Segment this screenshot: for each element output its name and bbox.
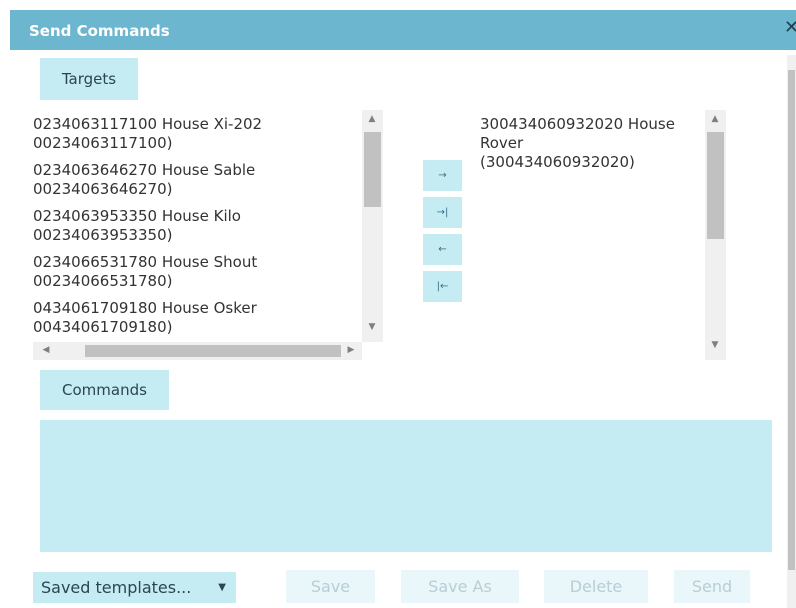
arrow-left-bar-icon: |← (436, 281, 449, 292)
scrollbar-thumb[interactable] (364, 132, 381, 207)
list-item-line2: Rover (480, 134, 524, 152)
arrow-right-bar-icon: →| (436, 207, 449, 218)
scrollbar-thumb[interactable] (85, 345, 341, 357)
list-item-line1: 0234063117100 House Xi-202 (33, 115, 263, 133)
scroll-up-icon[interactable]: ▲ (707, 114, 723, 124)
chevron-down-icon: ▼ (218, 582, 226, 593)
scroll-right-icon[interactable]: ▶ (343, 345, 359, 355)
list-item-line1: 0234063646270 House Sable (33, 161, 256, 179)
commands-button-label: Commands (62, 381, 147, 399)
list-item[interactable]: 0234063117100 House Xi-202 0023406311710… (33, 115, 262, 153)
list-item[interactable]: 0234063646270 House Sable 00234063646270… (33, 161, 255, 199)
add-all-targets-button[interactable]: →| (423, 197, 462, 228)
dialog-scrollbar[interactable] (787, 55, 796, 608)
dialog-titlebar: Send Commands ✕ (10, 10, 796, 50)
list-item-line1: 0234066531780 House Shout (33, 253, 258, 271)
horizontal-scrollbar[interactable]: ◀ ▶ (33, 342, 362, 360)
vertical-scrollbar[interactable]: ▲ ▼ (362, 110, 383, 342)
list-item-line2: 00234063646270) (33, 180, 173, 198)
commands-textarea[interactable] (40, 420, 772, 552)
list-item-line1: 300434060932020 House (480, 115, 675, 133)
save-as-button[interactable]: Save As (401, 570, 519, 603)
scroll-down-icon[interactable]: ▼ (364, 322, 380, 332)
list-item-line2: 00234063953350) (33, 226, 173, 244)
targets-button[interactable]: Targets (40, 58, 138, 100)
targets-button-label: Targets (61, 70, 117, 88)
remove-all-targets-button[interactable]: |← (423, 271, 462, 302)
delete-button[interactable]: Delete (544, 570, 648, 603)
arrow-left-icon: ← (438, 244, 447, 255)
scrollbar-thumb[interactable] (788, 70, 795, 570)
vertical-scrollbar[interactable]: ▲ ▼ (705, 110, 726, 360)
list-item-line2: 00234066531780) (33, 272, 173, 290)
saved-templates-dropdown[interactable]: Saved templates... ▼ (33, 572, 236, 603)
arrow-right-icon: → (438, 170, 447, 181)
list-item-line2: 00434061709180) (33, 318, 173, 336)
list-item[interactable]: 0234063953350 House Kilo 00234063953350) (33, 207, 241, 245)
scrollbar-thumb[interactable] (707, 132, 724, 239)
list-item-line3: (300434060932020) (480, 153, 635, 171)
list-item[interactable]: 0234066531780 House Shout 00234066531780… (33, 253, 257, 291)
remove-target-button[interactable]: ← (423, 234, 462, 265)
send-button[interactable]: Send (674, 570, 750, 603)
list-item-line2: 00234063117100) (33, 134, 173, 152)
available-targets-list[interactable]: 0234063117100 House Xi-202 0023406311710… (33, 110, 383, 360)
list-item-line1: 0434061709180 House Osker (33, 299, 257, 317)
list-item[interactable]: 0434061709180 House Osker 00434061709180… (33, 299, 257, 337)
add-target-button[interactable]: → (423, 160, 462, 191)
dialog-title: Send Commands (29, 22, 170, 40)
scroll-down-icon[interactable]: ▼ (707, 340, 723, 350)
commands-button[interactable]: Commands (40, 370, 169, 410)
save-button[interactable]: Save (286, 570, 375, 603)
scroll-up-icon[interactable]: ▲ (364, 114, 380, 124)
list-item-line1: 0234063953350 House Kilo (33, 207, 241, 225)
selected-targets-list[interactable]: 300434060932020 House Rover (30043406093… (480, 110, 726, 360)
close-icon[interactable]: ✕ (784, 19, 796, 37)
list-item[interactable]: 300434060932020 House Rover (30043406093… (480, 115, 675, 172)
scroll-left-icon[interactable]: ◀ (38, 345, 54, 355)
saved-templates-label: Saved templates... (41, 578, 192, 597)
